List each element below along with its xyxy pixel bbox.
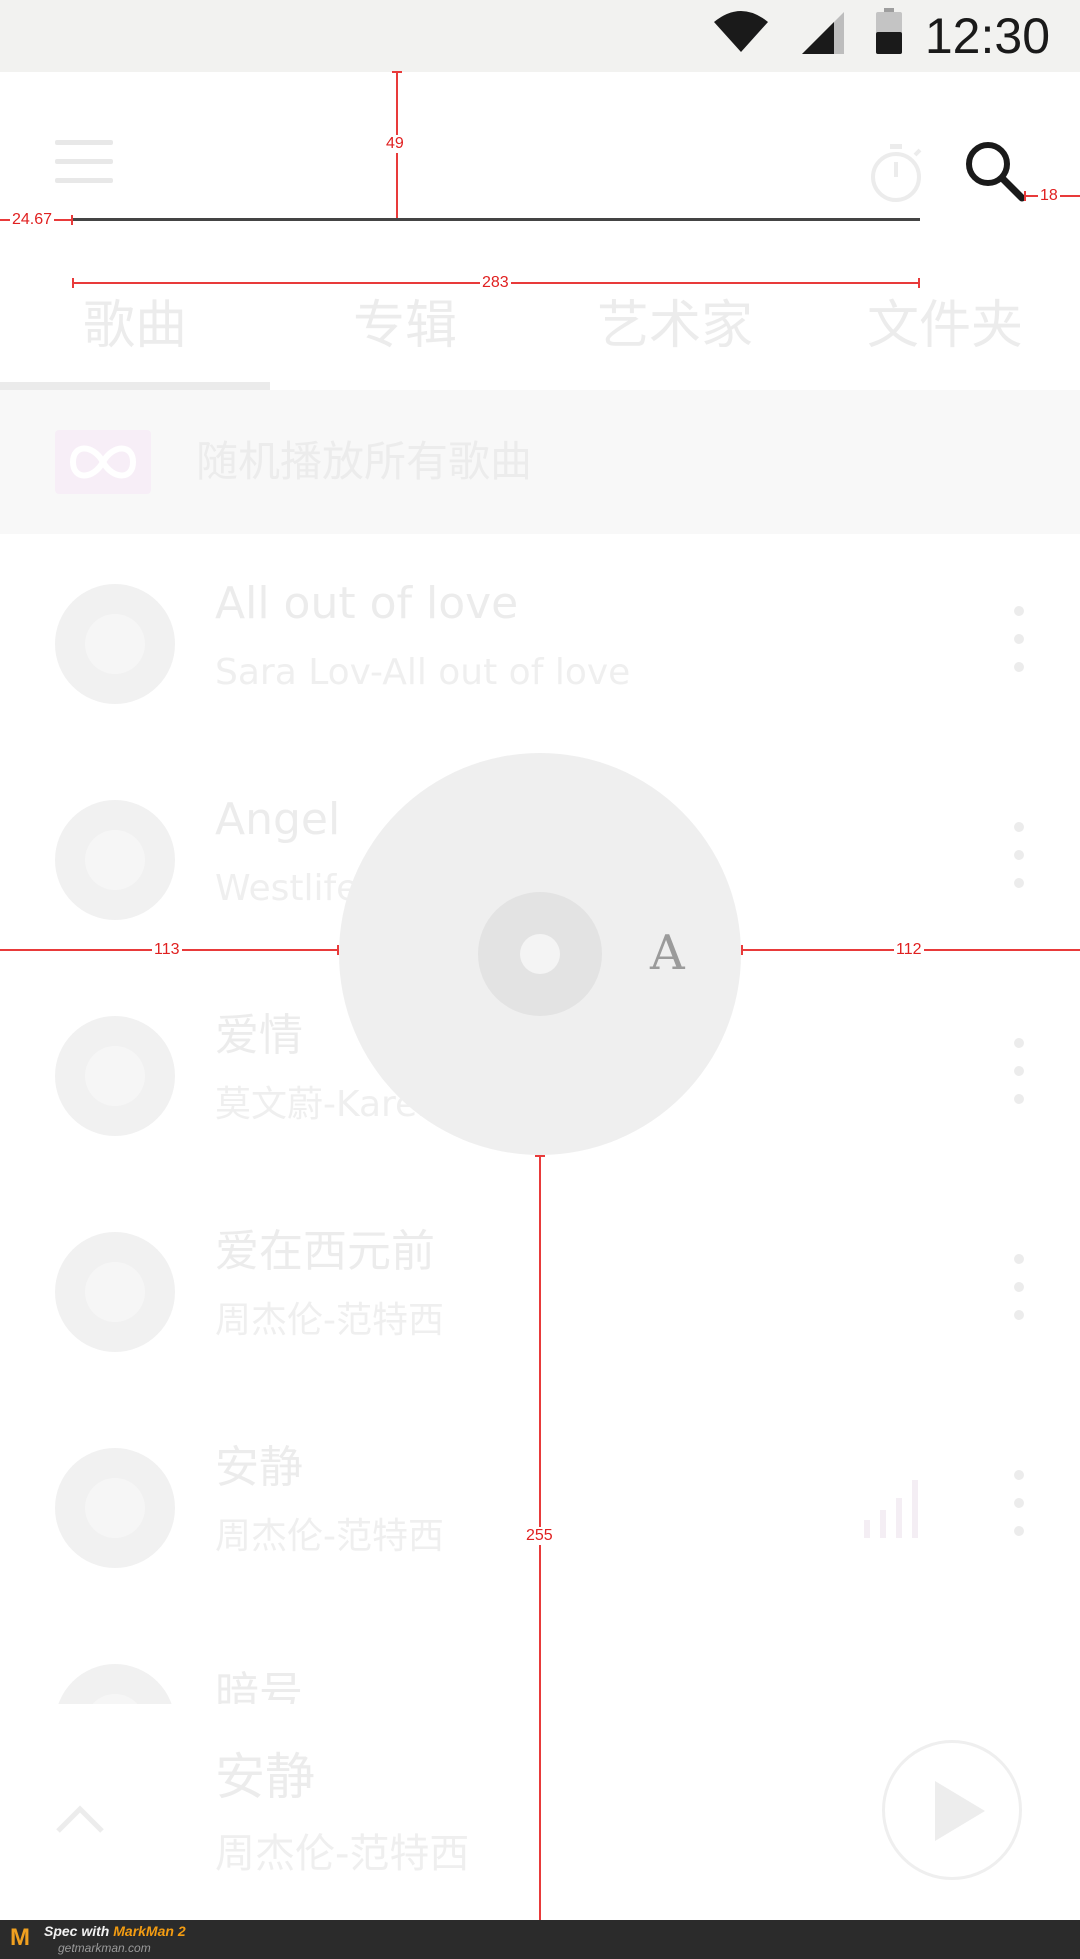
measure-cap: [392, 71, 402, 73]
chevron-up-icon[interactable]: [55, 1804, 105, 1834]
album-cover: [55, 1232, 175, 1352]
tab-indicator: [0, 382, 270, 390]
tab-folders[interactable]: 文件夹: [810, 286, 1080, 366]
more-options-icon[interactable]: [1014, 606, 1026, 676]
disc-overlay: A: [339, 753, 741, 1155]
measure-cap: [918, 278, 920, 288]
measure-label-disc-right: 112: [894, 941, 924, 959]
song-subtitle: Sara Lov-All out of love: [215, 652, 631, 693]
timer-icon[interactable]: [868, 142, 924, 204]
equalizer-icon: [864, 1480, 918, 1538]
measure-label-left: 24.67: [10, 211, 55, 229]
album-cover: [55, 800, 175, 920]
song-subtitle: 周杰伦-范特西: [215, 1300, 444, 1341]
measure-label-disc-bottom: 255: [524, 1527, 555, 1545]
measure-label-disc-left: 113: [152, 941, 182, 959]
wifi-icon: [714, 11, 768, 52]
tab-songs[interactable]: 歌曲: [0, 286, 270, 366]
disc-ring: [478, 892, 602, 1016]
album-cover: [55, 1016, 175, 1136]
search-icon[interactable]: [964, 140, 1026, 202]
battery-icon: [876, 8, 902, 54]
footer-brand: MarkMan 2: [113, 1923, 186, 1939]
now-playing-title: 安静: [215, 1748, 315, 1806]
song-title: Angel: [215, 794, 341, 845]
measure-label-top: 49: [384, 135, 406, 153]
song-title: 爱情: [215, 1010, 303, 1061]
song-title: All out of love: [215, 578, 519, 629]
measure-label-right: 18: [1038, 187, 1060, 205]
signal-icon: [802, 12, 844, 54]
album-cover: [55, 584, 175, 704]
disc-letter: A: [650, 925, 685, 981]
measure-cap: [741, 945, 743, 955]
measure-cap: [71, 215, 73, 225]
more-options-icon[interactable]: [1014, 1038, 1026, 1108]
song-title: 暗号: [215, 1668, 303, 1704]
status-time: 12:30: [924, 8, 1050, 64]
markman-logo-icon: M: [10, 1924, 30, 1951]
footer-spec-label: Spec with: [44, 1923, 110, 1939]
tab-albums[interactable]: 专辑: [270, 286, 540, 366]
more-options-icon[interactable]: [1014, 822, 1026, 892]
measure-cap: [72, 278, 74, 288]
measure-cap: [1024, 191, 1026, 201]
album-cover: [55, 1664, 175, 1704]
more-options-icon[interactable]: [1014, 1254, 1026, 1324]
album-cover: [55, 1448, 175, 1568]
measure-label-width: 283: [480, 274, 511, 292]
markman-footer: M Spec with MarkMan 2 getmarkman.com: [0, 1920, 1080, 1959]
shuffle-all-row[interactable]: 随机播放所有歌曲: [0, 390, 1080, 534]
footer-spec-text: Spec with MarkMan 2: [44, 1923, 186, 1939]
tab-artists[interactable]: 艺术家: [540, 286, 810, 366]
menu-icon[interactable]: [55, 140, 113, 184]
now-playing-subtitle: 周杰伦-范特西: [215, 1831, 470, 1877]
infinity-icon: [55, 430, 151, 494]
tab-bar: 歌曲 专辑 艺术家 文件夹: [0, 272, 1080, 392]
song-title: 安静: [215, 1442, 303, 1493]
footer-site: getmarkman.com: [58, 1941, 151, 1955]
measure-cap: [535, 1155, 545, 1157]
shuffle-label: 随机播放所有歌曲: [196, 437, 533, 486]
measure-cap: [337, 945, 339, 955]
more-options-icon[interactable]: [1014, 1470, 1026, 1540]
status-bar: 12:30: [0, 0, 1080, 72]
play-icon: [935, 1781, 985, 1841]
play-button[interactable]: [882, 1740, 1022, 1880]
song-subtitle: Westlife: [215, 868, 359, 909]
search-underline: [72, 218, 920, 221]
song-subtitle: 周杰伦-范特西: [215, 1516, 444, 1557]
song-title: 爱在西元前: [215, 1226, 435, 1277]
